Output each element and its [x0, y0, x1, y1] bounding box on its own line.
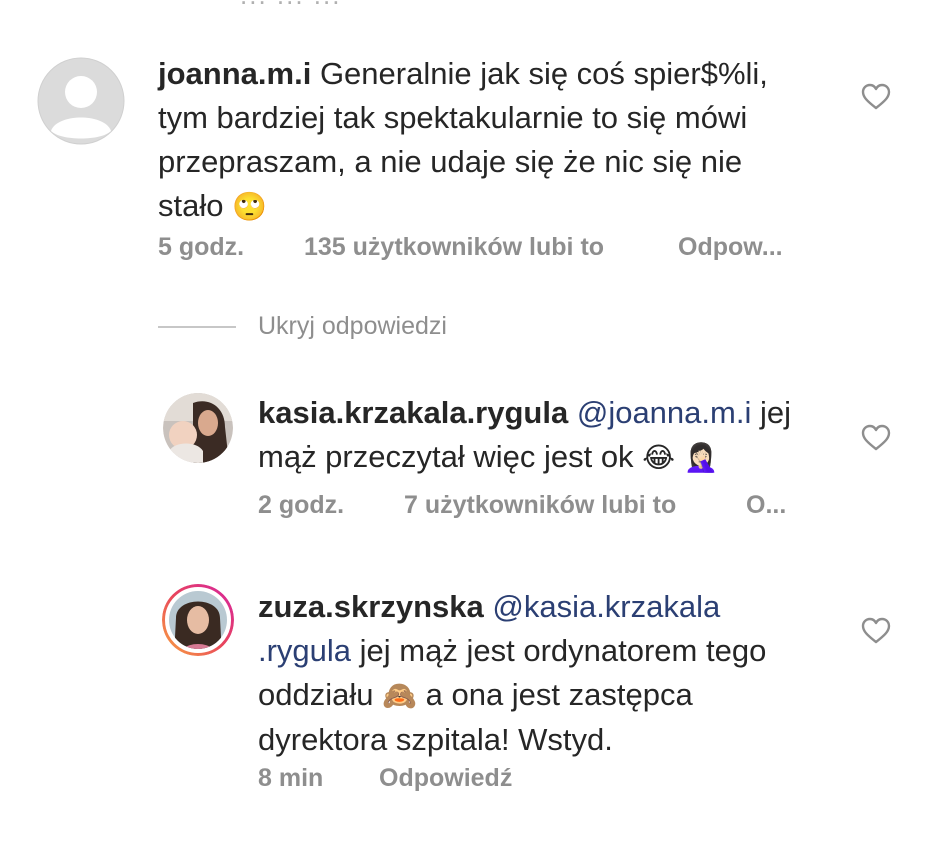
- face-with-rolling-eyes-emoji: 🙄: [232, 190, 267, 223]
- user-avatar-story-ring[interactable]: [162, 584, 234, 656]
- comment-body-line: mąż przeczytał więc jest ok: [258, 439, 634, 474]
- facepalm-emoji: 🤦🏻‍♀️: [683, 441, 719, 474]
- comment-username[interactable]: zuza.skrzynska: [258, 589, 484, 624]
- reply-text: zuza.skrzynska @kasia.krzakala .rygula j…: [258, 585, 838, 762]
- clipped-previous-comment-text: ... ... ...: [240, 0, 460, 6]
- comment-username[interactable]: kasia.krzakala.rygula: [258, 395, 568, 430]
- comment-time: 2 godz.: [258, 491, 345, 519]
- comment-body-line: Generalnie jak się coś spier$%li,: [319, 56, 768, 91]
- comment-time: 8 min: [258, 764, 324, 792]
- comment-meta: 5 godz. 135 użytkowników lubi to Odpow..…: [158, 233, 808, 263]
- reply-button[interactable]: Odpow...: [678, 233, 783, 262]
- mention-link[interactable]: @kasia.krzakala: [492, 589, 720, 624]
- default-avatar-icon[interactable]: [37, 57, 125, 145]
- mention-link[interactable]: @joanna.m.i: [577, 395, 752, 430]
- comment-body-line: tym bardziej tak spektakularnie to się m…: [158, 100, 748, 135]
- reply-meta: 8 min Odpowiedź: [258, 764, 658, 794]
- reply-text: kasia.krzakala.rygula @joanna.m.i jej mą…: [258, 391, 818, 480]
- comment-likes-link[interactable]: 135 użytkowników lubi to: [304, 233, 604, 262]
- heart-icon[interactable]: [861, 617, 891, 645]
- comment-body-line: jej mąż jest ordynatorem tego: [359, 633, 767, 668]
- comment-time: 5 godz.: [158, 233, 245, 261]
- comment-username[interactable]: joanna.m.i: [158, 56, 311, 91]
- reply-meta: 2 godz. 7 użytkowników lubi to O...: [258, 491, 818, 521]
- heart-icon[interactable]: [861, 83, 891, 111]
- comment-body-line: jej: [759, 395, 791, 430]
- comment-body-line: dyrektora szpitala! Wstyd.: [258, 722, 613, 757]
- comment-body-line: a ona jest zastępca: [425, 677, 693, 712]
- tears-of-joy-emoji: 😂: [642, 441, 675, 474]
- hide-replies-label: Ukryj odpowiedzi: [258, 312, 447, 340]
- reply-button[interactable]: O...: [746, 491, 786, 520]
- reply-button[interactable]: Odpowiedź: [379, 764, 512, 793]
- comment-body-line: oddziału: [258, 677, 374, 712]
- comment-likes-link[interactable]: 7 użytkowników lubi to: [404, 491, 676, 520]
- user-avatar[interactable]: [163, 393, 233, 463]
- comment-body-line: przepraszam, a nie udaje się że nic się …: [158, 144, 743, 179]
- divider-line: [158, 326, 236, 328]
- comment-body-line: stało: [158, 188, 224, 223]
- mention-link[interactable]: .rygula: [258, 633, 351, 668]
- see-no-evil-monkey-emoji: 🙈: [382, 679, 417, 712]
- heart-icon[interactable]: [861, 424, 891, 452]
- comment-text: joanna.m.i Generalnie jak się coś spier$…: [158, 52, 838, 229]
